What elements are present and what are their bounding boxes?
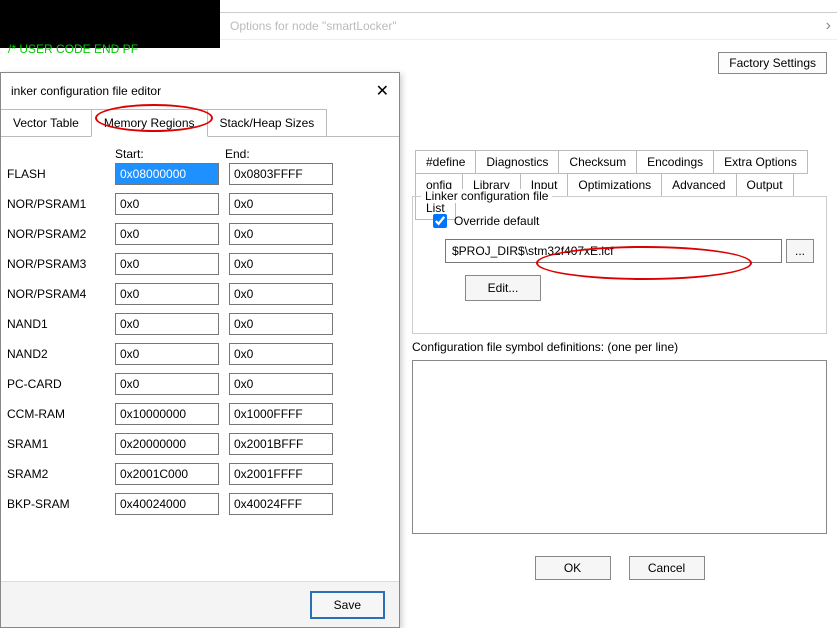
edit-button[interactable]: Edit... <box>465 275 541 301</box>
memory-end-input[interactable] <box>229 433 333 455</box>
tab-encodings[interactable]: Encodings <box>636 150 714 174</box>
browse-button[interactable]: ... <box>786 239 814 263</box>
tab-checksum[interactable]: Checksum <box>558 150 637 174</box>
dialog-titlebar: inker configuration file editor ✕ <box>1 73 399 109</box>
memory-start-input[interactable] <box>115 283 219 305</box>
memory-label: NOR/PSRAM1 <box>7 197 115 211</box>
memory-label: NAND2 <box>7 347 115 361</box>
dialog-buttons: OK Cancel <box>412 556 827 580</box>
memory-regions-panel: Start: End: FLASH NOR/PSRAM1 NOR/PSRAM2 NOR… <box>1 137 399 533</box>
symdef-label: Configuration file symbol definitions: (… <box>412 340 827 354</box>
code-background: /* USER CODE END PF <box>0 0 220 48</box>
memory-row: NOR/PSRAM4 <box>7 283 393 305</box>
tab-diagnostics[interactable]: Diagnostics <box>475 150 559 174</box>
save-bar: Save <box>1 581 399 627</box>
tab-memory-regions[interactable]: Memory Regions <box>91 109 208 137</box>
memory-row: NAND1 <box>7 313 393 335</box>
memory-start-input[interactable] <box>115 163 219 185</box>
factory-settings-button[interactable]: Factory Settings <box>718 52 827 74</box>
memory-start-input[interactable] <box>115 493 219 515</box>
memory-start-input[interactable] <box>115 193 219 215</box>
tab-optimizations[interactable]: Optimizations <box>567 173 662 197</box>
memory-start-input[interactable] <box>115 463 219 485</box>
memory-start-input[interactable] <box>115 403 219 425</box>
memory-start-input[interactable] <box>115 313 219 335</box>
memory-label: SRAM1 <box>7 437 115 451</box>
memory-end-input[interactable] <box>229 253 333 275</box>
tab-define[interactable]: #define <box>415 150 476 174</box>
memory-end-input[interactable] <box>229 223 333 245</box>
memory-row: SRAM2 <box>7 463 393 485</box>
memory-label: FLASH <box>7 167 115 181</box>
memory-row: NOR/PSRAM1 <box>7 193 393 215</box>
symdef-textarea[interactable] <box>412 360 827 534</box>
tab-output[interactable]: Output <box>736 173 794 197</box>
dialog-title-text: inker configuration file editor <box>11 84 161 98</box>
memory-row: NOR/PSRAM2 <box>7 223 393 245</box>
memory-end-input[interactable] <box>229 403 333 425</box>
memory-end-input[interactable] <box>229 193 333 215</box>
memory-row: FLASH <box>7 163 393 185</box>
memory-label: NOR/PSRAM3 <box>7 257 115 271</box>
override-label: Override default <box>454 214 539 228</box>
chevron-right-icon[interactable]: › <box>826 17 831 35</box>
memory-row: BKP-SRAM <box>7 493 393 515</box>
memory-end-input[interactable] <box>229 463 333 485</box>
memory-start-input[interactable] <box>115 223 219 245</box>
cancel-button[interactable]: Cancel <box>629 556 705 580</box>
memory-start-input[interactable] <box>115 433 219 455</box>
config-path-input[interactable] <box>445 239 782 263</box>
memory-row: NAND2 <box>7 343 393 365</box>
override-default-checkbox[interactable]: Override default <box>429 211 814 231</box>
memory-row: SRAM1 <box>7 433 393 455</box>
group-legend: Linker configuration file <box>421 189 552 203</box>
memory-row: NOR/PSRAM3 <box>7 253 393 275</box>
memory-end-input[interactable] <box>229 163 333 185</box>
linker-editor-dialog: inker configuration file editor ✕ Vector… <box>0 72 400 628</box>
memory-row: PC-CARD <box>7 373 393 395</box>
memory-label: NOR/PSRAM4 <box>7 287 115 301</box>
memory-label: SRAM2 <box>7 467 115 481</box>
options-title-text: Options for node "smartLocker" <box>230 19 397 33</box>
memory-label: CCM-RAM <box>7 407 115 421</box>
save-button[interactable]: Save <box>310 591 385 619</box>
memory-end-input[interactable] <box>229 283 333 305</box>
options-titlebar: Options for node "smartLocker" › <box>220 12 837 40</box>
memory-end-input[interactable] <box>229 313 333 335</box>
memory-label: PC-CARD <box>7 377 115 391</box>
header-start: Start: <box>115 147 225 161</box>
memory-end-input[interactable] <box>229 343 333 365</box>
memory-end-input[interactable] <box>229 373 333 395</box>
linker-config-group: Linker configuration file Override defau… <box>412 196 827 334</box>
memory-label: NOR/PSRAM2 <box>7 227 115 241</box>
tab-stack-heap[interactable]: Stack/Heap Sizes <box>207 109 328 136</box>
close-icon[interactable]: ✕ <box>376 81 389 101</box>
header-end: End: <box>225 147 335 161</box>
editor-tabs: Vector Table Memory Regions Stack/Heap S… <box>1 109 399 137</box>
override-checkbox-input[interactable] <box>433 214 447 228</box>
tab-extra-options[interactable]: Extra Options <box>713 150 808 174</box>
memory-label: BKP-SRAM <box>7 497 115 511</box>
memory-start-input[interactable] <box>115 373 219 395</box>
symbol-definitions-section: Configuration file symbol definitions: (… <box>412 340 827 537</box>
tab-advanced[interactable]: Advanced <box>661 173 736 197</box>
memory-end-input[interactable] <box>229 493 333 515</box>
tab-vector-table[interactable]: Vector Table <box>1 109 92 136</box>
memory-label: NAND1 <box>7 317 115 331</box>
memory-start-input[interactable] <box>115 343 219 365</box>
spacer <box>7 147 115 161</box>
code-line: /* USER CODE END PF <box>8 42 138 56</box>
ok-button[interactable]: OK <box>535 556 611 580</box>
memory-row: CCM-RAM <box>7 403 393 425</box>
memory-start-input[interactable] <box>115 253 219 275</box>
